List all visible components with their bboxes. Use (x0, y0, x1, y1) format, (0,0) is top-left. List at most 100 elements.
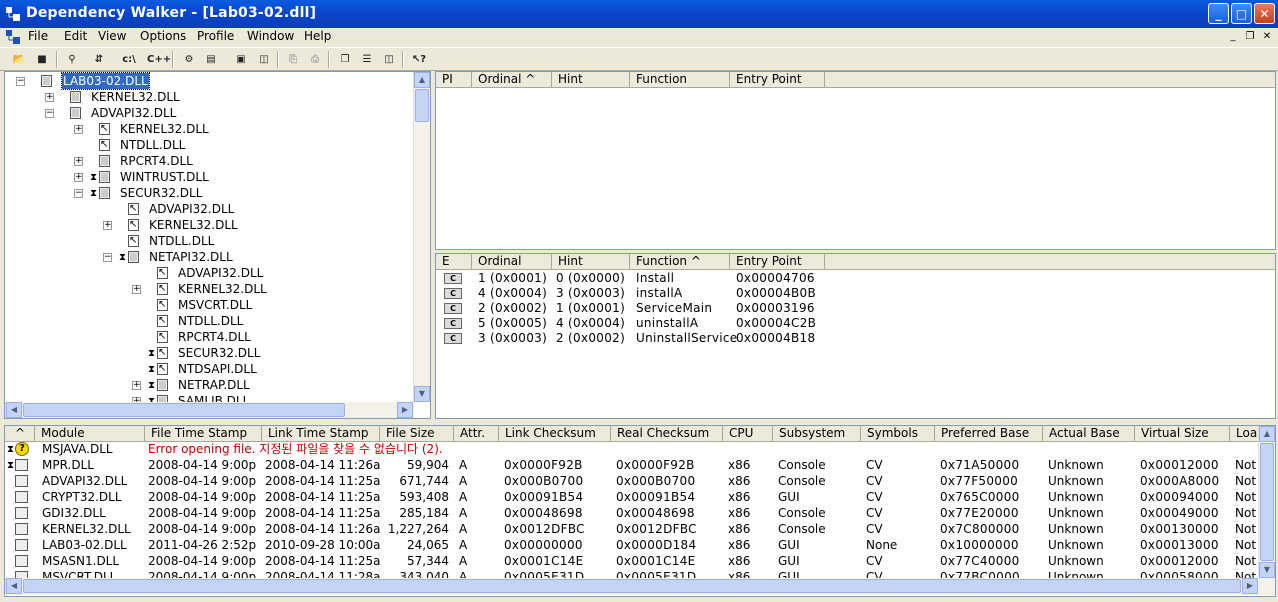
module-tree-pane[interactable]: − LAB03-02.DLL + KERNEL32.DLL − ADVAPI32.DLL +… (4, 71, 431, 419)
scroll-thumb[interactable] (415, 89, 429, 122)
scroll-up-button[interactable]: ▲ (414, 72, 430, 88)
properties-icon[interactable]: ▤ (202, 51, 220, 68)
export-pane[interactable]: E Ordinal Hint Function ^ Entry Point C 1… (435, 253, 1276, 419)
menu-view[interactable]: View (96, 29, 128, 43)
maximize-button[interactable]: □ (1231, 3, 1252, 24)
menu-window[interactable]: Window (245, 29, 296, 43)
tree-node[interactable]: ⧗ NTDSAPI.DLL (5, 361, 413, 377)
full-paths-icon[interactable]: ⇵ (90, 51, 108, 68)
col-virtual-size[interactable]: Virtual Size (1135, 426, 1230, 441)
tree-vertical-scrollbar[interactable]: ▲ ▼ (413, 72, 430, 402)
cpp-icon[interactable]: C++ (147, 51, 171, 68)
tree-node[interactable]: NTDLL.DLL (5, 137, 413, 153)
module-row[interactable]: MSASN1.DLL 2008-04-14 9:00p 2008-04-14 11:… (5, 554, 1259, 569)
scroll-left-button[interactable]: ◀ (6, 578, 22, 594)
context-help-icon[interactable]: ↖? (410, 51, 428, 68)
copy-icon[interactable]: ⎘ (284, 51, 302, 68)
col-module[interactable]: Module (35, 426, 145, 441)
tree-node[interactable]: − ADVAPI32.DLL (5, 105, 413, 121)
open-folder-icon[interactable]: 📂 (10, 51, 28, 68)
collapse-toggle[interactable]: − (16, 77, 25, 86)
parent-import-pane[interactable]: PI Ordinal ^ Hint Function Entry Point (435, 71, 1276, 250)
tree-node[interactable]: ADVAPI32.DLL (5, 265, 413, 281)
external-viewer-icon[interactable]: ⎙ (306, 51, 324, 68)
tree-node[interactable]: − LAB03-02.DLL (5, 72, 413, 90)
col-actual-base[interactable]: Actual Base (1043, 426, 1135, 441)
tree-node[interactable]: + KERNEL32.DLL (5, 121, 413, 137)
collapse-toggle[interactable]: − (45, 109, 54, 118)
collapse-toggle[interactable]: − (103, 253, 112, 262)
module-row[interactable]: ADVAPI32.DLL 2008-04-14 9:00p 2008-04-14 1… (5, 474, 1259, 489)
tree-node[interactable]: NTDLL.DLL (5, 233, 413, 249)
scroll-thumb[interactable] (23, 579, 1241, 593)
path-icon[interactable]: c:\ (120, 51, 138, 68)
profile-icon[interactable]: ⚙ (180, 51, 198, 68)
export-row[interactable]: C 1 (0x0001) 0 (0x0000) Install 0x00004706 (436, 271, 1275, 286)
minimize-button[interactable]: _ (1208, 3, 1229, 24)
col-e[interactable]: E (436, 254, 472, 269)
col-hint[interactable]: Hint (552, 72, 630, 87)
collapse-toggle[interactable]: − (74, 189, 83, 198)
col-real-checksum[interactable]: Real Checksum (611, 426, 723, 441)
col-file-size[interactable]: File Size (380, 426, 454, 441)
col-link-time-stamp[interactable]: Link Time Stamp (262, 426, 380, 441)
col-function[interactable]: Function ^ (630, 254, 730, 269)
col-cpu[interactable]: CPU (723, 426, 773, 441)
module-row[interactable]: CRYPT32.DLL 2008-04-14 9:00p 2008-04-14 11… (5, 490, 1259, 505)
expand-toggle[interactable]: + (74, 125, 83, 134)
col-attr[interactable]: Attr. (454, 426, 499, 441)
export-row[interactable]: C 3 (0x0003) 2 (0x0002) UninstallService 0x0… (436, 331, 1275, 346)
col-ordinal[interactable]: Ordinal (472, 254, 552, 269)
menu-profile[interactable]: Profile (195, 29, 236, 43)
col-file-time-stamp[interactable]: File Time Stamp (145, 426, 262, 441)
scroll-up-button[interactable]: ▲ (1259, 426, 1275, 442)
module-row-error[interactable]: ? ⧗ MSJAVA.DLL Error opening file. 지정된 파일을 … (5, 442, 1259, 457)
expand-toggle[interactable]: + (132, 381, 141, 390)
expand-toggle[interactable]: + (132, 285, 141, 294)
col-sort[interactable]: ^ (5, 426, 35, 441)
module-list-pane[interactable]: ^ Module File Time Stamp Link Time Stamp Fil… (4, 425, 1276, 597)
col-subsystem[interactable]: Subsystem (773, 426, 861, 441)
tree-horizontal-scrollbar[interactable]: ◀ ▶ (5, 402, 414, 418)
tree-node[interactable]: − ⧗ SECUR32.DLL (5, 185, 413, 201)
tree-node[interactable]: RPCRT4.DLL (5, 329, 413, 345)
highlight-icon[interactable]: ◫ (255, 51, 273, 68)
module-row[interactable]: GDI32.DLL 2008-04-14 9:00p 2008-04-14 11:2… (5, 506, 1259, 521)
mdi-document-icon[interactable] (6, 30, 20, 44)
menu-help[interactable]: Help (302, 29, 333, 43)
save-icon[interactable]: ■ (33, 51, 51, 68)
scroll-left-button[interactable]: ◀ (6, 402, 22, 418)
col-function[interactable]: Function (630, 72, 730, 87)
close-button[interactable]: ✕ (1254, 3, 1275, 24)
expand-toggle[interactable]: + (103, 221, 112, 230)
expand-toggle[interactable]: + (45, 93, 54, 102)
scroll-thumb[interactable] (1260, 443, 1274, 561)
tile-vertical-icon[interactable]: ◫ (380, 51, 398, 68)
module-row[interactable]: KERNEL32.DLL 2008-04-14 9:00p 2008-04-14 1… (5, 522, 1259, 537)
export-row[interactable]: C 4 (0x0004) 3 (0x0003) installA 0x00004B0B (436, 286, 1275, 301)
mdi-minimize-button[interactable]: _ (1225, 30, 1241, 44)
scroll-right-button[interactable]: ▶ (397, 402, 413, 418)
col-link-checksum[interactable]: Link Checksum (499, 426, 611, 441)
col-pi[interactable]: PI (436, 72, 472, 87)
tree-node[interactable]: − ⧗ NETAPI32.DLL (5, 249, 413, 265)
tree-node[interactable]: + ⧗ WINTRUST.DLL (5, 169, 413, 185)
tile-horizontal-icon[interactable]: ☰ (358, 51, 376, 68)
tree-node[interactable]: ADVAPI32.DLL (5, 201, 413, 217)
tree-node[interactable]: ⧗ SECUR32.DLL (5, 345, 413, 361)
col-load-address[interactable]: Loa (1230, 426, 1259, 441)
expand-toggle[interactable]: + (74, 157, 83, 166)
expand-toggle[interactable]: + (74, 173, 83, 182)
tree-node[interactable]: + RPCRT4.DLL (5, 153, 413, 169)
menu-options[interactable]: Options (138, 29, 188, 43)
tree-node[interactable]: + KERNEL32.DLL (5, 89, 413, 105)
tree-node[interactable]: + KERNEL32.DLL (5, 217, 413, 233)
tree-node[interactable]: MSVCRT.DLL (5, 297, 413, 313)
module-horizontal-scrollbar[interactable]: ◀ ▶ (5, 578, 1275, 595)
col-symbols[interactable]: Symbols (861, 426, 935, 441)
tree-node[interactable]: + KERNEL32.DLL (5, 281, 413, 297)
scroll-right-button[interactable]: ▶ (1242, 578, 1258, 594)
tree-node[interactable]: NTDLL.DLL (5, 313, 413, 329)
export-row[interactable]: C 5 (0x0005) 4 (0x0004) uninstallA 0x00004C2… (436, 316, 1275, 331)
title-bar[interactable]: Dependency Walker - [Lab03-02.dll] _ □ ✕ (0, 0, 1278, 28)
